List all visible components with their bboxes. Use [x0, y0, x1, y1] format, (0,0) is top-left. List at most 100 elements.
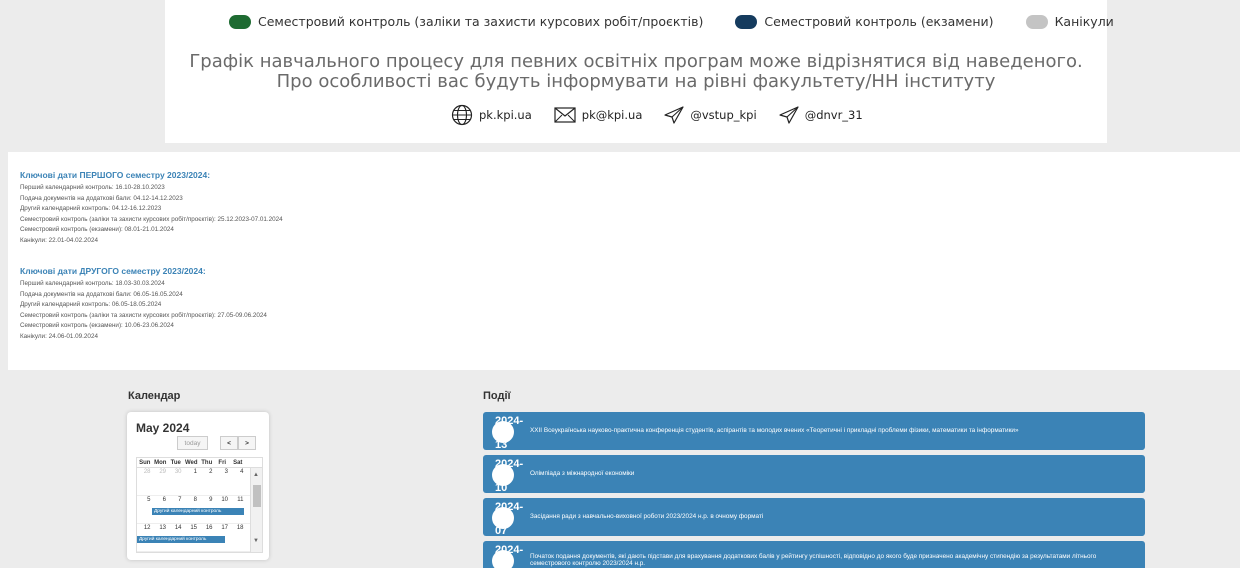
event-title: Олімпіада з міжнародної економіки — [530, 470, 635, 478]
calendar-day[interactable]: 17 — [215, 524, 231, 533]
paper-plane-icon — [779, 106, 799, 124]
legend-item-holidays: Канікули — [1025, 14, 1114, 29]
calendar-month-title: May 2024 — [136, 421, 190, 435]
weekday-label: Thu — [201, 460, 213, 466]
date-line: Другий календарний контроль: 06.05-18.05… — [20, 301, 162, 309]
calendar-day[interactable]: 16 — [199, 524, 215, 533]
event-date-year: 2024- — [495, 501, 524, 513]
today-button[interactable]: today — [177, 436, 208, 450]
calendar-grid: Sun Mon Tue Wed Thu Fri Sat 28 29 30 1 2… — [136, 457, 263, 553]
email-label: pk@kpi.ua — [581, 108, 643, 122]
date-line: Канікули: 22.01-04.02.2024 — [20, 236, 98, 244]
calendar-day[interactable]: 29 — [153, 468, 169, 477]
event-item[interactable]: 2024- 05-10 Олімпіада з міжнародної екон… — [483, 455, 1145, 494]
weekday-label: Fri — [218, 460, 227, 466]
weekday-label: Sat — [233, 460, 243, 466]
calendar-day[interactable]: 6 — [153, 496, 169, 505]
semester-1-title: Ключові дати ПЕРШОГО семестру 2023/2024: — [20, 170, 211, 180]
semester-2-dates: Ключові дати ДРУГОГО семестру 2023/2024:… — [20, 266, 267, 343]
date-line: Перший календарний контроль: 16.10-28.10… — [20, 184, 165, 191]
calendar-day[interactable]: 4 — [230, 468, 246, 477]
legend: Семестровий контроль (заліки та захисти … — [229, 14, 1146, 29]
calendar-day[interactable]: 15 — [184, 524, 200, 533]
email-link[interactable]: pk@kpi.ua — [554, 107, 643, 123]
legend-swatch-exams — [735, 14, 758, 29]
schedule-notice: Графік навчального процесу для певних ос… — [165, 52, 1107, 92]
weekday-label: Mon — [154, 460, 167, 466]
calendar-day[interactable]: 28 — [137, 468, 153, 477]
calendar-day[interactable]: 1 — [184, 468, 200, 477]
contacts: pk.kpi.ua pk@kpi.ua @vstup_kpi @dnvr_31 — [451, 104, 885, 126]
event-date-year: 2024- — [495, 544, 524, 556]
telegram-label: @dnvr_31 — [804, 108, 863, 122]
date-line: Семестровий контроль (заліки та захисти … — [20, 311, 267, 319]
calendar-day[interactable]: 5 — [137, 496, 153, 505]
calendar-day[interactable]: 2 — [199, 468, 215, 477]
event-item[interactable]: 2024- 05-06 Початок подання документів, … — [483, 541, 1145, 568]
calendar-day[interactable]: 7 — [168, 496, 184, 505]
scroll-up-icon[interactable]: ▲ — [253, 472, 259, 478]
calendar-day[interactable]: 12 — [137, 524, 153, 533]
event-date-day: 05-13 — [495, 427, 511, 451]
calendar-week: 12 13 14 15 16 17 18 Другий календарний … — [137, 524, 262, 552]
event-title: XXII Всеукраїнська науково-практична кон… — [530, 427, 1019, 435]
paper-plane-icon — [664, 106, 684, 124]
legend-panel: Семестровий контроль (заліки та захисти … — [165, 0, 1114, 143]
date-line: Канікули: 24.06-01.09.2024 — [20, 332, 98, 340]
date-line: Подача документів на додаткові бали: 04.… — [20, 194, 183, 202]
event-date: 2024- 05-13 — [495, 415, 524, 451]
legend-swatch-holidays — [1025, 14, 1048, 29]
key-dates-panel: Ключові дати ПЕРШОГО семестру 2023/2024:… — [8, 152, 1240, 370]
weekday-header: Sun Mon Tue Wed Thu Fri Sat — [137, 458, 262, 468]
calendar-day[interactable]: 14 — [168, 524, 184, 533]
calendar-scrollbar[interactable]: ▲ ▼ — [250, 468, 262, 552]
date-line: Семестровий контроль (екзамени): 10.06-2… — [20, 322, 174, 330]
calendar-widget: May 2024 today < > Sun Mon Tue Wed Thu F… — [127, 412, 269, 560]
telegram-link-2[interactable]: @dnvr_31 — [779, 106, 863, 124]
legend-label: Семестровий контроль (екзамени) — [764, 14, 994, 29]
telegram-link-1[interactable]: @vstup_kpi — [664, 106, 757, 124]
envelope-icon — [554, 107, 576, 123]
event-date: 2024- 05-07 — [495, 501, 524, 537]
prev-month-button[interactable]: < — [220, 436, 238, 450]
notice-line-2: Про особливості вас будуть інформувати н… — [276, 71, 996, 92]
event-date-day: 05-10 — [495, 470, 511, 494]
legend-swatch-credits — [229, 14, 251, 29]
event-title: Початок подання документів, які дають пі… — [530, 552, 1097, 568]
weekday-label: Sun — [139, 460, 151, 466]
event-date: 2024- 05-10 — [495, 458, 523, 494]
calendar-heading: Календар — [128, 390, 181, 402]
calendar-day[interactable]: 10 — [215, 496, 231, 505]
event-item[interactable]: 2024- 05-13 XXII Всеукраїнська науково-п… — [483, 412, 1145, 451]
calendar-day[interactable]: 18 — [230, 524, 246, 533]
legend-item-exams: Семестровий контроль (екзамени) — [735, 14, 994, 29]
event-title: Засідання ради з навчально-виховної робо… — [530, 513, 764, 521]
website-link[interactable]: pk.kpi.ua — [451, 104, 532, 126]
website-label: pk.kpi.ua — [479, 108, 532, 122]
calendar-day[interactable]: 13 — [153, 524, 169, 533]
semester-2-title: Ключові дати ДРУГОГО семестру 2023/2024: — [20, 266, 206, 276]
date-line: Другий календарний контроль: 04.12-16.12… — [20, 205, 162, 213]
date-line: Перший календарний контроль: 18.03-30.03… — [20, 280, 165, 287]
calendar-day[interactable]: 9 — [199, 496, 215, 505]
event-date-year: 2024- — [495, 415, 524, 427]
next-month-button[interactable]: > — [238, 436, 256, 450]
calendar-day[interactable]: 3 — [215, 468, 231, 477]
scroll-down-icon[interactable]: ▼ — [253, 538, 259, 544]
semester-1-dates: Ключові дати ПЕРШОГО семестру 2023/2024:… — [20, 170, 283, 247]
calendar-day[interactable]: 11 — [230, 496, 246, 505]
event-item[interactable]: 2024- 05-07 Засідання ради з навчально-в… — [483, 498, 1145, 537]
weekday-label: Wed — [184, 460, 198, 466]
calendar-day[interactable]: 8 — [184, 496, 200, 505]
weekday-label: Tue — [170, 460, 181, 466]
legend-label: Семестровий контроль (заліки та захисти … — [258, 14, 704, 29]
date-line: Подача документів на додаткові бали: 06.… — [20, 290, 183, 298]
calendar-week: 28 29 30 1 2 3 4 — [137, 468, 262, 496]
scrollbar-thumb[interactable] — [253, 485, 261, 507]
calendar-event-bar[interactable]: Другий календарний контроль — [137, 536, 225, 543]
calendar-day[interactable]: 30 — [168, 468, 184, 477]
events-heading: Події — [483, 390, 511, 402]
legend-item-credits: Семестровий контроль (заліки та захисти … — [229, 14, 703, 29]
calendar-event-bar[interactable]: Другий календарний контроль — [152, 508, 244, 515]
event-date-day: 05-07 — [495, 513, 511, 537]
